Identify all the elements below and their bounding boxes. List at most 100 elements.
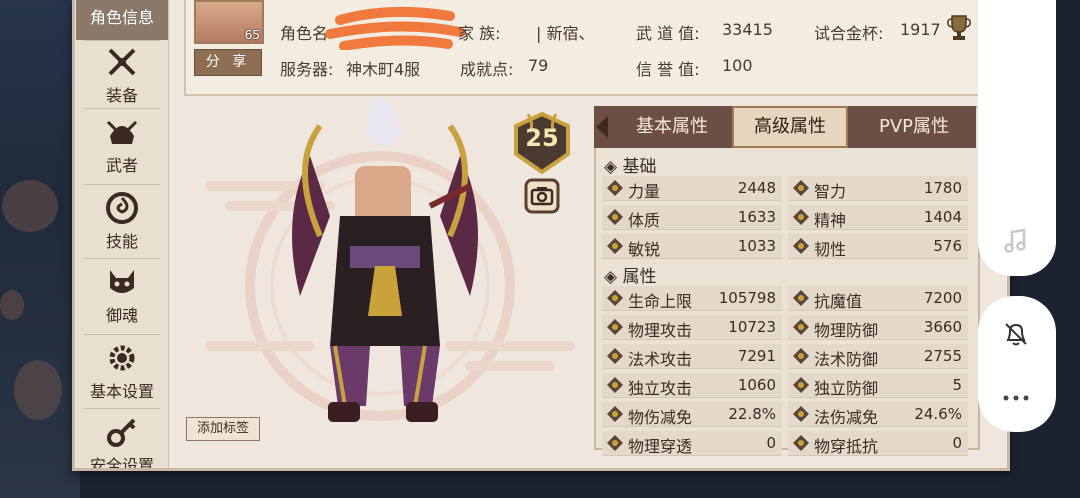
share-button[interactable]: 分 享 xyxy=(194,49,262,76)
attribute-gem-icon xyxy=(607,290,623,306)
attribute-label: 物理防御 xyxy=(814,321,879,340)
swirl-skill-icon xyxy=(106,192,138,224)
avatar-level: 65 xyxy=(244,28,260,42)
attribute-value: 576 xyxy=(933,237,962,255)
attribute-gem-icon xyxy=(793,290,809,306)
attribute-row: 物伤减免 22.8% xyxy=(602,402,782,427)
attribute-value: 10723 xyxy=(728,318,776,336)
tab-left-arrow-icon xyxy=(596,116,608,138)
attribute-gem-icon xyxy=(793,180,809,196)
attribute-value: 24.6% xyxy=(914,405,962,423)
gear-icon xyxy=(109,345,135,371)
attribute-label: 物穿抵抗 xyxy=(814,437,879,456)
attribute-gem-icon xyxy=(793,319,809,335)
attribute-row: 智力 1780 xyxy=(788,176,968,201)
attribute-label: 抗魔值 xyxy=(814,292,863,311)
sidebar-item-label: 装备 xyxy=(105,86,138,105)
attribute-value: 1780 xyxy=(923,179,962,197)
server-label: 服务器: xyxy=(280,60,334,79)
mute-bell-icon[interactable] xyxy=(1000,318,1032,350)
sidebar-item-character-info[interactable]: 角色信息 xyxy=(76,0,168,40)
attribute-row: 法术防御 2755 xyxy=(788,344,968,369)
attribute-value: 7291 xyxy=(737,347,776,365)
honor-label: 信 誉 值: xyxy=(636,60,700,79)
profile-header xyxy=(184,0,980,96)
music-note-icon[interactable] xyxy=(1002,226,1030,254)
attribute-row: 独立攻击 1060 xyxy=(602,373,782,398)
attribute-value: 1060 xyxy=(737,376,776,394)
sidebar-item-label: 御魂 xyxy=(105,306,138,325)
trophy-icon[interactable] xyxy=(946,14,972,42)
attribute-value: 7200 xyxy=(923,289,962,307)
sidebar-item-security-settings[interactable]: 安全设置 xyxy=(76,414,168,468)
attribute-value: 105798 xyxy=(718,289,776,307)
attribute-tabs: 基本属性 高级属性 PVP属性 xyxy=(594,106,976,148)
attribute-label: 物理穿透 xyxy=(628,437,693,456)
cup-label: 试合金杯: xyxy=(814,24,884,43)
attribute-row: 力量 2448 xyxy=(602,176,782,201)
section-attributes-label: 属性 xyxy=(622,267,657,287)
attribute-gem-icon xyxy=(607,406,623,422)
attribute-gem-icon xyxy=(793,348,809,364)
sidebar-item-label: 基本设置 xyxy=(89,382,154,401)
attribute-row: 体质 1633 xyxy=(602,205,782,230)
sidebar-item-mitama[interactable]: 御魂 xyxy=(76,264,168,326)
wudao-value: 33415 xyxy=(722,20,773,39)
add-tag-button[interactable]: 添加标签 xyxy=(186,417,260,441)
tab-pvp-attributes[interactable]: PVP属性 xyxy=(852,106,976,148)
sidebar-item-label: 技能 xyxy=(105,232,138,251)
fox-mask-icon xyxy=(110,270,134,293)
attribute-row: 法术攻击 7291 xyxy=(602,344,782,369)
section-basic-label: 基础 xyxy=(622,157,657,177)
avatar[interactable]: 65 xyxy=(194,0,264,44)
sidebar-item-warrior[interactable]: 武者 xyxy=(76,114,168,176)
attribute-label: 独立防御 xyxy=(814,379,879,398)
achievement-value: 79 xyxy=(528,56,549,75)
attribute-label: 法术攻击 xyxy=(628,350,693,369)
attribute-label: 体质 xyxy=(628,211,661,230)
more-options-icon[interactable] xyxy=(1000,390,1032,406)
attribute-row: 物理攻击 10723 xyxy=(602,315,782,340)
redaction-scribble xyxy=(325,6,465,50)
sidebar-menu: 角色信息 装备 武者 技能 御魂 基本设置 安全设置 xyxy=(76,0,169,468)
attribute-value: 0 xyxy=(952,434,962,452)
key-icon xyxy=(107,418,136,447)
samurai-helmet-icon xyxy=(106,120,138,144)
attribute-label: 智力 xyxy=(814,182,847,201)
attribute-row: 物理防御 3660 xyxy=(788,315,968,340)
sidebar-item-basic-settings[interactable]: 基本设置 xyxy=(76,340,168,402)
attribute-value: 3660 xyxy=(923,318,962,336)
tab-basic-attributes[interactable]: 基本属性 xyxy=(614,106,730,148)
attribute-label: 法术防御 xyxy=(814,350,879,369)
clan-value: | 新宿、 xyxy=(536,24,595,43)
system-overlay-buttons xyxy=(978,296,1056,432)
server-value: 神木町4服 xyxy=(346,60,421,79)
section-attributes-title: ◈ 属性 xyxy=(604,267,657,287)
attribute-value: 1404 xyxy=(923,208,962,226)
attribute-row: 独立防御 5 xyxy=(788,373,968,398)
attribute-value: 22.8% xyxy=(728,405,776,423)
character-level: 25 xyxy=(525,124,559,152)
attribute-gem-icon xyxy=(607,348,623,364)
attribute-value: 2755 xyxy=(923,347,962,365)
attribute-gem-icon xyxy=(793,377,809,393)
wudao-label: 武 道 值: xyxy=(636,24,700,43)
attribute-label: 物伤减免 xyxy=(628,408,693,427)
attribute-gem-icon xyxy=(607,435,623,451)
attribute-gem-icon xyxy=(793,435,809,451)
attribute-gem-icon xyxy=(607,180,623,196)
sidebar-item-skills[interactable]: 技能 xyxy=(76,190,168,252)
attribute-row: 物穿抵抗 0 xyxy=(788,431,968,456)
sidebar-item-equipment[interactable]: 装备 xyxy=(76,44,168,106)
attribute-gem-icon xyxy=(793,238,809,254)
sidebar-item-label: 角色信息 xyxy=(89,8,154,27)
attribute-label: 生命上限 xyxy=(628,292,693,311)
achievement-label: 成就点: xyxy=(460,60,514,79)
clan-label: 家 族: xyxy=(458,24,501,43)
camera-icon[interactable] xyxy=(524,178,560,214)
game-world-background xyxy=(0,0,80,498)
tab-advanced-attributes[interactable]: 高级属性 xyxy=(732,106,848,148)
attribute-row: 抗魔值 7200 xyxy=(788,286,968,311)
attribute-gem-icon xyxy=(607,209,623,225)
attribute-label: 韧性 xyxy=(814,240,847,259)
